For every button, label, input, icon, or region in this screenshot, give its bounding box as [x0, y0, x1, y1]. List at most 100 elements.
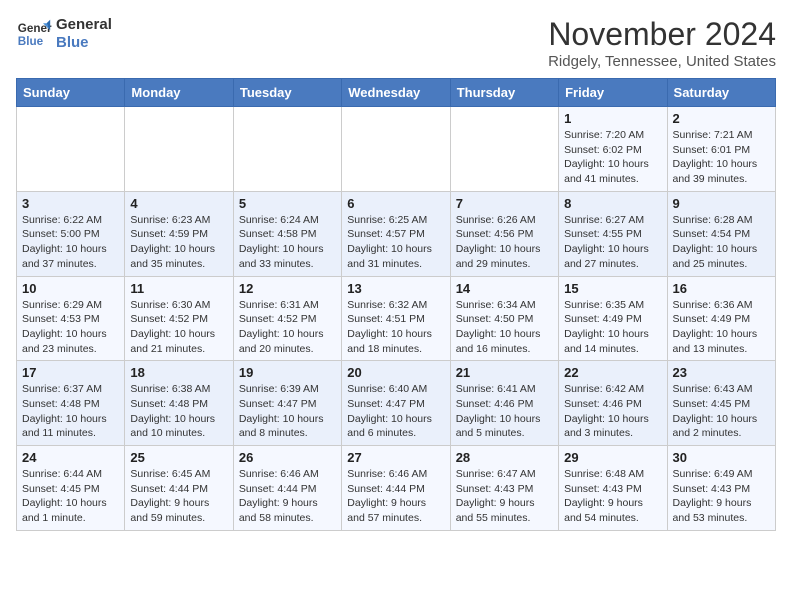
- day-number: 1: [564, 111, 661, 126]
- week-row-3: 10 Sunrise: 6:29 AM Sunset: 4:53 PM Dayli…: [17, 276, 776, 361]
- week-row-4: 17 Sunrise: 6:37 AM Sunset: 4:48 PM Dayli…: [17, 361, 776, 446]
- day-number: 24: [22, 450, 119, 465]
- month-title: November 2024: [548, 16, 776, 53]
- day-number: 14: [456, 281, 553, 296]
- day-info: Sunrise: 6:35 AM Sunset: 4:49 PM Dayligh…: [564, 298, 661, 357]
- day-info: Sunrise: 6:48 AM Sunset: 4:43 PM Dayligh…: [564, 467, 661, 526]
- day-cell: 18 Sunrise: 6:38 AM Sunset: 4:48 PM Dayli…: [125, 361, 233, 446]
- day-number: 7: [456, 196, 553, 211]
- day-info: Sunrise: 7:21 AM Sunset: 6:01 PM Dayligh…: [673, 128, 770, 187]
- day-number: 10: [22, 281, 119, 296]
- day-cell: 10 Sunrise: 6:29 AM Sunset: 4:53 PM Dayli…: [17, 276, 125, 361]
- day-info: Sunrise: 6:38 AM Sunset: 4:48 PM Dayligh…: [130, 382, 227, 441]
- day-info: Sunrise: 6:36 AM Sunset: 4:49 PM Dayligh…: [673, 298, 770, 357]
- day-info: Sunrise: 6:41 AM Sunset: 4:46 PM Dayligh…: [456, 382, 553, 441]
- day-of-week-friday: Friday: [559, 79, 667, 107]
- day-number: 16: [673, 281, 770, 296]
- day-cell: [233, 107, 341, 192]
- day-info: Sunrise: 6:22 AM Sunset: 5:00 PM Dayligh…: [22, 213, 119, 272]
- day-number: 28: [456, 450, 553, 465]
- day-of-week-tuesday: Tuesday: [233, 79, 341, 107]
- day-cell: 30Sunrise: 6:49 AM Sunset: 4:43 PM Dayli…: [667, 446, 775, 531]
- day-number: 19: [239, 365, 336, 380]
- day-cell: 16 Sunrise: 6:36 AM Sunset: 4:49 PM Dayli…: [667, 276, 775, 361]
- day-info: Sunrise: 6:43 AM Sunset: 4:45 PM Dayligh…: [673, 382, 770, 441]
- day-number: 20: [347, 365, 444, 380]
- day-number: 2: [673, 111, 770, 126]
- day-cell: 24 Sunrise: 6:44 AM Sunset: 4:45 PM Dayli…: [17, 446, 125, 531]
- day-number: 6: [347, 196, 444, 211]
- day-cell: 25 Sunrise: 6:45 AM Sunset: 4:44 PM Dayli…: [125, 446, 233, 531]
- title-block: November 2024 Ridgely, Tennessee, United…: [548, 16, 776, 70]
- week-row-5: 24 Sunrise: 6:44 AM Sunset: 4:45 PM Dayli…: [17, 446, 776, 531]
- logo: General Blue General Blue: [16, 16, 112, 52]
- day-cell: [450, 107, 558, 192]
- day-info: Sunrise: 6:30 AM Sunset: 4:52 PM Dayligh…: [130, 298, 227, 357]
- day-cell: 22Sunrise: 6:42 AM Sunset: 4:46 PM Dayli…: [559, 361, 667, 446]
- day-info: Sunrise: 6:44 AM Sunset: 4:45 PM Dayligh…: [22, 467, 119, 526]
- day-cell: [125, 107, 233, 192]
- day-cell: 28 Sunrise: 6:47 AM Sunset: 4:43 PM Dayli…: [450, 446, 558, 531]
- week-row-2: 3Sunrise: 6:22 AM Sunset: 5:00 PM Daylig…: [17, 191, 776, 276]
- day-number: 15: [564, 281, 661, 296]
- day-cell: 7 Sunrise: 6:26 AM Sunset: 4:56 PM Daylig…: [450, 191, 558, 276]
- day-number: 12: [239, 281, 336, 296]
- day-info: Sunrise: 6:29 AM Sunset: 4:53 PM Dayligh…: [22, 298, 119, 357]
- day-number: 17: [22, 365, 119, 380]
- day-number: 26: [239, 450, 336, 465]
- day-of-week-thursday: Thursday: [450, 79, 558, 107]
- day-of-week-monday: Monday: [125, 79, 233, 107]
- day-cell: 11 Sunrise: 6:30 AM Sunset: 4:52 PM Dayli…: [125, 276, 233, 361]
- day-cell: 23Sunrise: 6:43 AM Sunset: 4:45 PM Dayli…: [667, 361, 775, 446]
- day-cell: 1 Sunrise: 7:20 AM Sunset: 6:02 PM Daylig…: [559, 107, 667, 192]
- day-info: Sunrise: 6:23 AM Sunset: 4:59 PM Dayligh…: [130, 213, 227, 272]
- day-cell: 15 Sunrise: 6:35 AM Sunset: 4:49 PM Dayli…: [559, 276, 667, 361]
- day-cell: 14Sunrise: 6:34 AM Sunset: 4:50 PM Dayli…: [450, 276, 558, 361]
- location: Ridgely, Tennessee, United States: [548, 53, 776, 70]
- day-info: Sunrise: 7:20 AM Sunset: 6:02 PM Dayligh…: [564, 128, 661, 187]
- day-number: 29: [564, 450, 661, 465]
- day-of-week-saturday: Saturday: [667, 79, 775, 107]
- day-number: 11: [130, 281, 227, 296]
- day-info: Sunrise: 6:25 AM Sunset: 4:57 PM Dayligh…: [347, 213, 444, 272]
- day-info: Sunrise: 6:26 AM Sunset: 4:56 PM Dayligh…: [456, 213, 553, 272]
- day-cell: 4 Sunrise: 6:23 AM Sunset: 4:59 PM Daylig…: [125, 191, 233, 276]
- day-cell: 26 Sunrise: 6:46 AM Sunset: 4:44 PM Dayli…: [233, 446, 341, 531]
- day-cell: 5Sunrise: 6:24 AM Sunset: 4:58 PM Daylig…: [233, 191, 341, 276]
- day-cell: 9Sunrise: 6:28 AM Sunset: 4:54 PM Daylig…: [667, 191, 775, 276]
- day-cell: 8Sunrise: 6:27 AM Sunset: 4:55 PM Daylig…: [559, 191, 667, 276]
- day-number: 18: [130, 365, 227, 380]
- day-number: 25: [130, 450, 227, 465]
- logo-icon: General Blue: [16, 16, 52, 52]
- day-number: 21: [456, 365, 553, 380]
- day-info: Sunrise: 6:31 AM Sunset: 4:52 PM Dayligh…: [239, 298, 336, 357]
- day-number: 9: [673, 196, 770, 211]
- day-info: Sunrise: 6:49 AM Sunset: 4:43 PM Dayligh…: [673, 467, 770, 526]
- day-cell: 3Sunrise: 6:22 AM Sunset: 5:00 PM Daylig…: [17, 191, 125, 276]
- day-info: Sunrise: 6:45 AM Sunset: 4:44 PM Dayligh…: [130, 467, 227, 526]
- day-info: Sunrise: 6:32 AM Sunset: 4:51 PM Dayligh…: [347, 298, 444, 357]
- day-cell: 2 Sunrise: 7:21 AM Sunset: 6:01 PM Daylig…: [667, 107, 775, 192]
- svg-text:Blue: Blue: [18, 35, 44, 48]
- day-info: Sunrise: 6:39 AM Sunset: 4:47 PM Dayligh…: [239, 382, 336, 441]
- day-cell: [342, 107, 450, 192]
- day-info: Sunrise: 6:46 AM Sunset: 4:44 PM Dayligh…: [239, 467, 336, 526]
- day-info: Sunrise: 6:37 AM Sunset: 4:48 PM Dayligh…: [22, 382, 119, 441]
- day-cell: 19 Sunrise: 6:39 AM Sunset: 4:47 PM Dayli…: [233, 361, 341, 446]
- day-info: Sunrise: 6:42 AM Sunset: 4:46 PM Dayligh…: [564, 382, 661, 441]
- day-info: Sunrise: 6:40 AM Sunset: 4:47 PM Dayligh…: [347, 382, 444, 441]
- logo-blue: Blue: [56, 34, 112, 52]
- day-cell: 20 Sunrise: 6:40 AM Sunset: 4:47 PM Dayli…: [342, 361, 450, 446]
- day-number: 4: [130, 196, 227, 211]
- day-info: Sunrise: 6:46 AM Sunset: 4:44 PM Dayligh…: [347, 467, 444, 526]
- day-cell: [17, 107, 125, 192]
- day-info: Sunrise: 6:27 AM Sunset: 4:55 PM Dayligh…: [564, 213, 661, 272]
- page-header: General Blue General Blue November 2024 …: [16, 16, 776, 70]
- day-cell: 29 Sunrise: 6:48 AM Sunset: 4:43 PM Dayli…: [559, 446, 667, 531]
- day-info: Sunrise: 6:24 AM Sunset: 4:58 PM Dayligh…: [239, 213, 336, 272]
- day-info: Sunrise: 6:47 AM Sunset: 4:43 PM Dayligh…: [456, 467, 553, 526]
- calendar-header-row: SundayMondayTuesdayWednesdayThursdayFrid…: [17, 79, 776, 107]
- day-of-week-wednesday: Wednesday: [342, 79, 450, 107]
- day-cell: 27Sunrise: 6:46 AM Sunset: 4:44 PM Dayli…: [342, 446, 450, 531]
- day-cell: 13Sunrise: 6:32 AM Sunset: 4:51 PM Dayli…: [342, 276, 450, 361]
